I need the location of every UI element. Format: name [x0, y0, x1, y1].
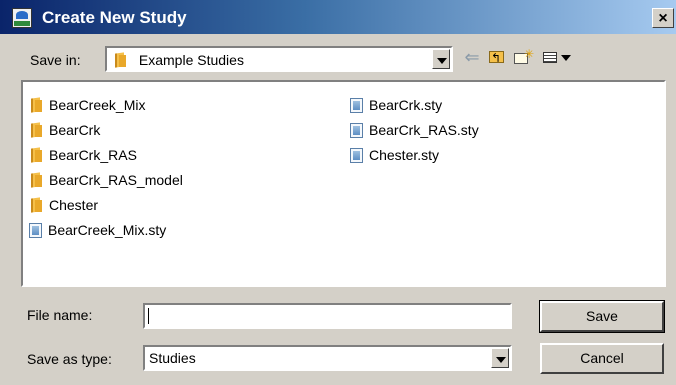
chevron-down-icon[interactable]: [491, 348, 509, 368]
cancel-button[interactable]: Cancel: [540, 343, 664, 374]
view-menu-button[interactable]: [541, 47, 575, 67]
window-title: Create New Study: [42, 8, 187, 27]
folder-icon: [29, 173, 43, 188]
study-file-icon: [350, 122, 363, 138]
study-file-icon: [350, 147, 363, 163]
list-item[interactable]: BearCreek_Mix.sty: [29, 219, 166, 239]
back-button[interactable]: ⇐: [462, 47, 482, 67]
list-item[interactable]: BearCrk_RAS: [29, 144, 137, 164]
chevron-down-icon[interactable]: [432, 49, 450, 69]
file-list[interactable]: BearCreek_Mix BearCrk BearCrk_RAS BearCr…: [21, 80, 666, 287]
folder-icon: [29, 148, 43, 163]
folder-icon: [29, 198, 43, 213]
save-in-label: Save in:: [30, 52, 81, 68]
folder-icon: [29, 98, 43, 113]
list-item[interactable]: BearCrk.sty: [350, 94, 442, 114]
chevron-down-icon: [561, 55, 571, 61]
view-menu-icon: [543, 52, 557, 63]
save-as-type-dropdown[interactable]: Studies: [143, 345, 512, 371]
save-button[interactable]: Save: [539, 300, 665, 333]
list-item[interactable]: Chester: [29, 194, 98, 214]
list-item[interactable]: BearCrk_RAS_model: [29, 169, 183, 189]
file-name-label: File name:: [27, 307, 93, 323]
study-file-icon: [350, 97, 363, 113]
folder-icon: [113, 53, 127, 68]
study-file-icon: [29, 222, 42, 238]
file-name-field[interactable]: [143, 303, 512, 329]
folder-icon: [29, 123, 43, 138]
save-in-value: Example Studies: [138, 52, 244, 69]
new-folder-button[interactable]: ✳: [513, 47, 535, 67]
close-icon: ×: [658, 10, 668, 27]
up-one-level-icon: [489, 48, 504, 68]
title-bar[interactable]: Create New Study ×: [0, 0, 676, 34]
save-in-dropdown[interactable]: Example Studies: [105, 46, 453, 72]
save-as-type-value: Studies: [149, 350, 196, 366]
up-one-level-button[interactable]: [487, 47, 507, 68]
list-item[interactable]: BearCrk: [29, 119, 100, 139]
list-item[interactable]: BearCreek_Mix: [29, 94, 145, 114]
list-item[interactable]: Chester.sty: [350, 144, 439, 164]
sparkle-icon: ✳: [524, 47, 535, 61]
text-cursor: [148, 308, 149, 324]
back-arrow-icon: ⇐: [464, 47, 480, 67]
list-item[interactable]: BearCrk_RAS.sty: [350, 119, 479, 139]
app-icon: [12, 8, 32, 28]
close-button[interactable]: ×: [652, 8, 674, 28]
save-as-type-label: Save as type:: [27, 351, 112, 367]
